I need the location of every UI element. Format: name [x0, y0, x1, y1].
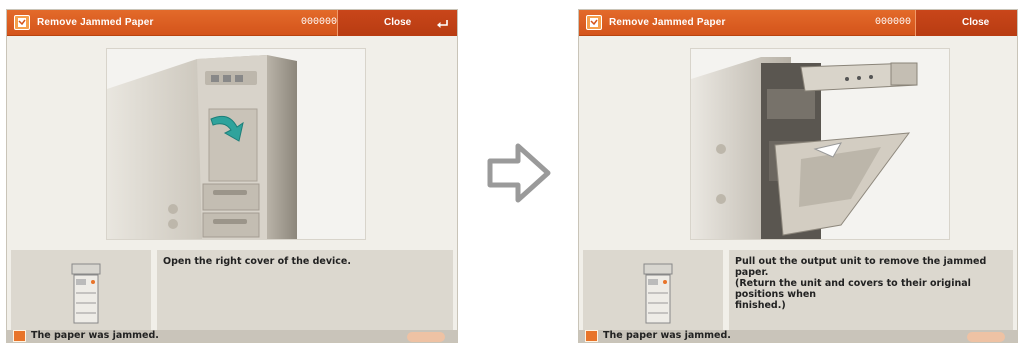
- device-thumbnail-icon: [643, 263, 673, 324]
- instruction-panel: Open the right cover of the device.: [157, 250, 453, 332]
- status-indicator: [407, 332, 445, 342]
- device-thumbnail-icon: [71, 263, 101, 324]
- title-bar: Remove Jammed Paper 000000 Close: [7, 10, 457, 36]
- paper-jam-icon: [586, 15, 602, 30]
- status-bar: The paper was jammed.: [7, 330, 457, 342]
- status-bar: The paper was jammed.: [579, 330, 1017, 342]
- job-counter: 000000: [875, 17, 912, 28]
- instruction-text: Open the right cover of the device.: [163, 256, 351, 267]
- paper-jam-icon: [14, 15, 30, 30]
- illustration-open-right-cover: [106, 48, 366, 240]
- instruction-text: Pull out the output unit to remove the j…: [735, 256, 987, 311]
- job-counter: 000000: [301, 17, 338, 28]
- stage: Remove Jammed Paper 000000 Close Open th…: [0, 0, 1018, 343]
- close-button[interactable]: Close: [337, 10, 457, 36]
- enter-return-icon: [437, 20, 448, 28]
- right-arrow-outline-icon: [487, 143, 551, 203]
- screen-step-2: Remove Jammed Paper 000000 Close Pull ou…: [578, 9, 1018, 343]
- device-location-panel: [583, 250, 723, 332]
- close-button-label: Close: [962, 17, 990, 28]
- close-button-label: Close: [384, 17, 412, 28]
- paper-jam-icon: [13, 330, 26, 342]
- title-bar: Remove Jammed Paper 000000 Close: [579, 10, 1017, 36]
- device-location-panel: [11, 250, 151, 332]
- instruction-panel: Pull out the output unit to remove the j…: [729, 250, 1013, 332]
- printer-illustration: [107, 49, 365, 239]
- close-button[interactable]: Close: [915, 10, 1017, 36]
- window-title: Remove Jammed Paper: [37, 17, 154, 28]
- window-title: Remove Jammed Paper: [609, 17, 726, 28]
- screen-step-1: Remove Jammed Paper 000000 Close Open th…: [6, 9, 458, 343]
- status-indicator: [967, 332, 1005, 342]
- status-message: The paper was jammed.: [603, 330, 731, 341]
- illustration-pull-output-unit: [690, 48, 950, 240]
- status-message: The paper was jammed.: [31, 330, 159, 341]
- paper-jam-icon: [585, 330, 598, 342]
- printer-open-illustration: [691, 49, 949, 239]
